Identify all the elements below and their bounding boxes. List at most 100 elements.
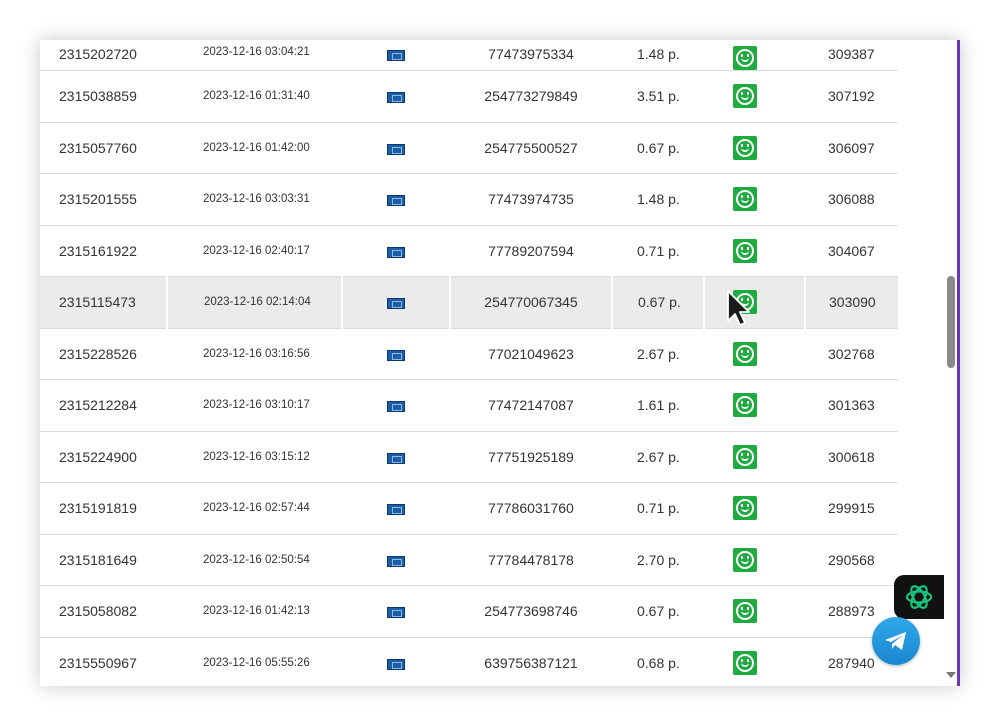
status-cell [704,225,805,277]
status-cell [704,122,805,174]
phone-cell: 77021049623 [450,328,612,380]
smile-icon[interactable] [732,84,757,109]
table-row[interactable]: 2315115473 2023-12-16 02:14:04 25477006734… [40,276,898,329]
country-flag-cell [342,173,450,226]
price-cell: 2.67 р. [612,328,704,380]
table-row[interactable]: 2315058082 2023-12-16 01:42:13 25477369874… [40,585,898,638]
phone-cell: 77784478178 [450,534,612,586]
mouse-cursor-icon [726,289,752,332]
number-cell: 309387 [805,40,898,71]
openai-assistant-button[interactable] [894,575,944,619]
number-cell: 307192 [805,70,898,123]
phone-cell: 77789207594 [450,225,612,277]
date-cell: 2023-12-16 01:31:40 [167,70,342,123]
status-cell [704,431,805,483]
order-id-cell: 2315550967 [40,637,167,686]
country-flag-cell [342,225,450,277]
flag-icon [387,555,405,567]
flag-icon [387,195,405,207]
number-cell: 303090 [804,276,898,329]
country-flag-cell [342,637,450,686]
price-cell: 1.61 р. [612,379,704,432]
phone-cell: 254773698746 [450,585,612,638]
smile-icon[interactable] [732,238,757,263]
date-cell: 2023-12-16 03:04:21 [167,40,342,71]
date-cell: 2023-12-16 01:42:00 [167,122,342,174]
table-row[interactable]: 2315191819 2023-12-16 02:57:44 77786031760… [40,482,898,535]
phone-cell: 77472147087 [450,379,612,432]
smile-icon[interactable] [732,496,757,521]
number-cell: 306097 [805,122,898,174]
smile-icon[interactable] [732,135,757,160]
price-cell: 0.71 р. [612,225,704,277]
phone-cell: 77751925189 [450,431,612,483]
table-row[interactable]: 2315202720 2023-12-16 03:04:21 77473975334… [40,40,898,71]
country-flag-cell [342,534,450,586]
country-flag-cell [342,431,450,483]
number-cell: 299915 [805,482,898,535]
number-cell: 301363 [805,379,898,432]
status-cell [704,328,805,380]
status-cell [704,40,805,71]
smile-icon[interactable] [732,547,757,572]
number-cell: 304067 [805,225,898,277]
date-cell: 2023-12-16 02:57:44 [167,482,342,535]
table-row[interactable]: 2315161922 2023-12-16 02:40:17 77789207594… [40,225,898,277]
date-cell: 2023-12-16 03:15:12 [167,431,342,483]
table-row[interactable]: 2315057760 2023-12-16 01:42:00 25477550052… [40,122,898,174]
date-cell: 2023-12-16 02:40:17 [167,225,342,277]
smile-icon[interactable] [732,650,757,675]
smile-icon[interactable] [732,393,757,418]
price-cell: 1.48 р. [612,40,704,71]
price-cell: 0.67 р. [611,276,704,329]
orders-table: 2315202720 2023-12-16 03:04:21 77473975334… [40,40,898,686]
smile-icon[interactable] [732,341,757,366]
date-cell: 2023-12-16 03:03:31 [167,173,342,226]
table-row[interactable]: 2315212284 2023-12-16 03:10:17 77472147087… [40,379,898,432]
table-row[interactable]: 2315201555 2023-12-16 03:03:31 77473974735… [40,173,898,226]
country-flag-cell [342,328,450,380]
table-row[interactable]: 2315181649 2023-12-16 02:50:54 77784478178… [40,534,898,586]
phone-cell: 77473974735 [450,173,612,226]
status-cell [704,534,805,586]
openai-logo-icon [905,585,933,609]
smile-icon[interactable] [732,46,757,70]
status-cell [704,173,805,226]
status-cell [704,585,805,638]
flag-icon [387,401,405,413]
telegram-button[interactable] [872,617,920,665]
order-id-cell: 2315202720 [40,40,167,71]
phone-cell: 77473975334 [450,40,612,71]
scroll-down-arrow-icon[interactable] [946,672,956,678]
country-flag-cell [342,70,450,123]
table-row[interactable]: 2315228526 2023-12-16 03:16:56 77021049623… [40,328,898,380]
flag-icon [387,246,405,258]
table-row[interactable]: 2315224900 2023-12-16 03:15:12 77751925189… [40,431,898,483]
smile-icon[interactable] [732,599,757,624]
price-cell: 2.70 р. [612,534,704,586]
date-cell: 2023-12-16 02:50:54 [167,534,342,586]
scrollbar-thumb[interactable] [947,276,955,368]
smile-icon[interactable] [732,444,757,469]
date-cell: 2023-12-16 03:16:56 [167,328,342,380]
price-cell: 0.67 р. [612,585,704,638]
smile-icon[interactable] [732,187,757,212]
table-row[interactable]: 2315550967 2023-12-16 05:55:26 63975638712… [40,637,898,686]
order-id-cell: 2315191819 [40,482,167,535]
orders-table-body: 2315202720 2023-12-16 03:04:21 77473975334… [40,40,898,686]
order-id-cell: 2315224900 [40,431,167,483]
country-flag-cell [342,122,450,174]
order-id-cell: 2315161922 [40,225,167,277]
price-cell: 0.68 р. [612,637,704,686]
table-row[interactable]: 2315038859 2023-12-16 01:31:40 25477327984… [40,70,898,123]
order-id-cell: 2315181649 [40,534,167,586]
country-flag-cell [342,482,450,535]
status-cell [703,276,805,329]
phone-cell: 254770067345 [449,276,612,329]
flag-icon [387,504,405,516]
flag-icon [387,658,405,670]
phone-cell: 77786031760 [450,482,612,535]
order-id-cell: 2315115473 [40,276,167,329]
order-id-cell: 2315201555 [40,173,167,226]
status-cell [704,637,805,686]
